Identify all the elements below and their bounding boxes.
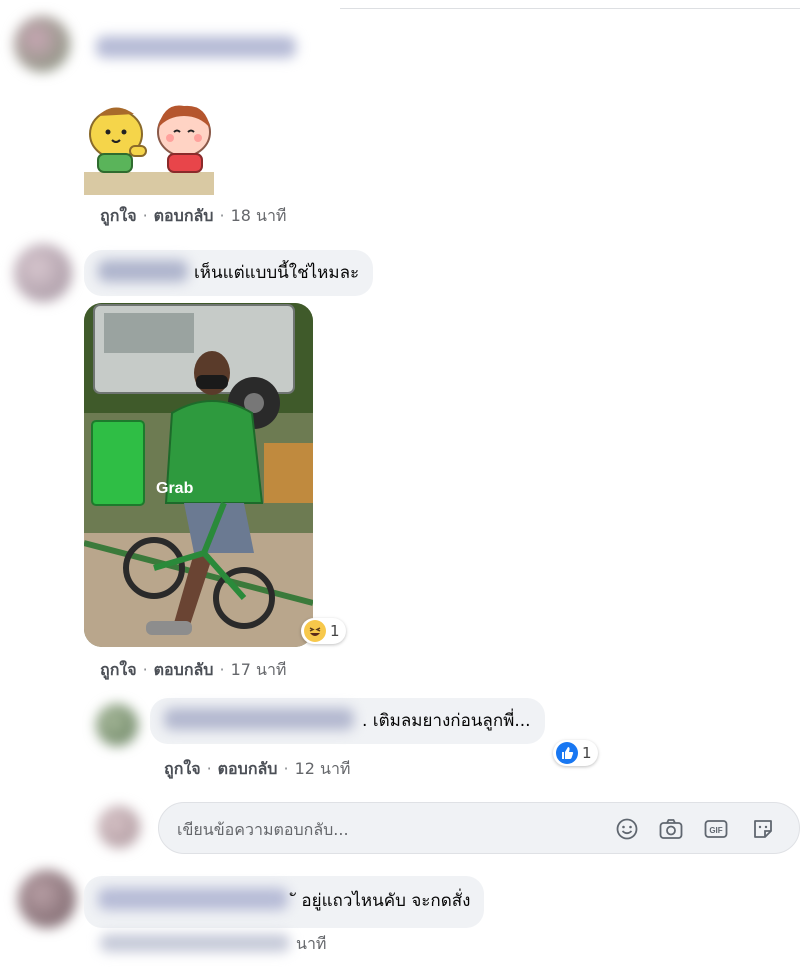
- reply-bubble: . เติมลมยางก่อนลูกพี่...: [150, 698, 545, 744]
- avatar[interactable]: [14, 244, 72, 302]
- reaction-count: 1: [330, 622, 340, 640]
- reply-actions: ถูกใจ · ตอบกลับ · 12 นาที: [164, 757, 350, 782]
- top-divider: [340, 8, 800, 9]
- comment-actions: ถูกใจ · ตอบกลับ · 18 นาที: [100, 204, 286, 229]
- reply-input[interactable]: เขียนข้อความตอบกลับ... GIF: [158, 802, 800, 854]
- reply-link[interactable]: ตอบกลับ: [154, 204, 214, 229]
- commenter-name[interactable]: [98, 260, 188, 282]
- comment-bubble: ั อยู่แถวไหนคับ จะกดสั่ง: [84, 876, 485, 928]
- photo-drawing: Grab: [84, 303, 313, 647]
- reaction-summary[interactable]: 1: [301, 618, 346, 644]
- reaction-summary[interactable]: 1: [553, 740, 598, 766]
- commenter-name[interactable]: [96, 36, 296, 58]
- emoji-icon[interactable]: [614, 817, 640, 841]
- camera-icon[interactable]: [658, 817, 684, 841]
- comment-text: เห็นแต่แบบนี้ใช่ไหมละ: [194, 263, 360, 283]
- gif-icon[interactable]: GIF: [703, 817, 729, 841]
- separator-dot: ·: [142, 206, 148, 225]
- like-icon: [556, 742, 578, 764]
- commenter-name[interactable]: [98, 888, 288, 910]
- comment-photo[interactable]: Grab: [84, 303, 313, 647]
- timestamp[interactable]: 18 นาที: [231, 204, 287, 229]
- comment-actions-blurred: [100, 934, 290, 952]
- timestamp[interactable]: 17 นาที: [231, 658, 287, 683]
- reaction-count: 1: [582, 744, 592, 762]
- separator-dot: ·: [206, 759, 212, 778]
- reply-link[interactable]: ตอบกลับ: [218, 757, 278, 782]
- grab-logo: Grab: [156, 480, 194, 497]
- like-link[interactable]: ถูกใจ: [100, 204, 137, 229]
- comment-bubble: เห็นแต่แบบนี้ใช่ไหมละ: [84, 250, 374, 296]
- avatar[interactable]: [96, 704, 138, 746]
- sticker-drawing: [84, 105, 214, 195]
- reply-link[interactable]: ตอบกลับ: [154, 658, 214, 683]
- avatar[interactable]: [18, 870, 76, 928]
- commenter-name[interactable]: [164, 708, 354, 730]
- separator-dot: ·: [283, 759, 289, 778]
- comment-text: ั อยู่แถวไหนคับ จะกดสั่ง: [296, 891, 471, 911]
- avatar[interactable]: [14, 16, 70, 72]
- reply-placeholder: เขียนข้อความตอบกลับ...: [177, 820, 349, 839]
- svg-text:GIF: GIF: [709, 826, 722, 835]
- comment-actions: ถูกใจ · ตอบกลับ · 17 นาที: [100, 658, 286, 683]
- timestamp[interactable]: 12 นาที: [295, 757, 351, 782]
- separator-dot: ·: [142, 660, 148, 679]
- like-link[interactable]: ถูกใจ: [100, 658, 137, 683]
- sticker-image[interactable]: [84, 100, 214, 195]
- separator-dot: ·: [219, 660, 225, 679]
- like-link[interactable]: ถูกใจ: [164, 757, 201, 782]
- timestamp[interactable]: นาที: [296, 932, 326, 957]
- reply-text: . เติมลมยางก่อนลูกพี่...: [362, 711, 531, 731]
- sticker-icon[interactable]: [750, 817, 776, 841]
- separator-dot: ·: [219, 206, 225, 225]
- current-user-avatar[interactable]: [98, 806, 140, 848]
- haha-icon: [304, 620, 326, 642]
